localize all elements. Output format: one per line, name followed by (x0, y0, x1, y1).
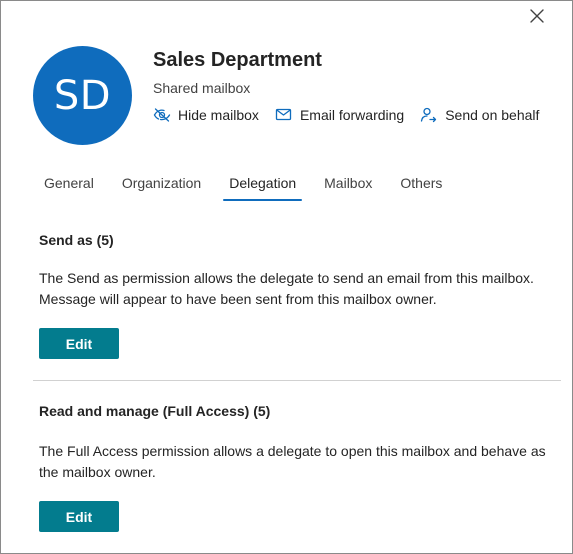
send-as-edit-button[interactable]: Edit (39, 328, 119, 359)
avatar: SD (33, 46, 132, 145)
eye-hide-icon (153, 108, 171, 122)
mailbox-details-panel: SD Sales Department Shared mailbox Hide … (0, 0, 573, 554)
full-access-title: Read and manage (Full Access) (5) (39, 403, 271, 419)
tab-mailbox[interactable]: Mailbox (314, 171, 382, 201)
mailbox-type-label: Shared mailbox (153, 80, 251, 96)
avatar-initials: SD (53, 72, 112, 119)
send-as-description: The Send as permission allows the delega… (39, 270, 534, 307)
full-access-edit-button[interactable]: Edit (39, 501, 119, 532)
tab-others[interactable]: Others (390, 171, 452, 201)
header-actions: Hide mailbox Email forwarding Send on be… (153, 107, 555, 123)
send-on-behalf-label: Send on behalf (445, 107, 540, 123)
email-forwarding-label: Email forwarding (299, 107, 405, 123)
tab-delegation[interactable]: Delegation (219, 171, 306, 201)
send-on-behalf-button[interactable]: Send on behalf (420, 107, 539, 123)
tab-bar: General Organization Delegation Mailbox … (34, 171, 460, 201)
full-access-description: The Full Access permission allows a dele… (39, 443, 546, 480)
hide-mailbox-button[interactable]: Hide mailbox (153, 107, 259, 123)
send-as-title: Send as (5) (39, 232, 114, 248)
person-send-icon (421, 107, 437, 123)
close-icon[interactable] (527, 6, 547, 26)
section-divider (33, 380, 561, 381)
email-forwarding-button[interactable]: Email forwarding (275, 107, 404, 123)
hide-mailbox-label: Hide mailbox (178, 107, 259, 123)
tab-organization[interactable]: Organization (112, 171, 211, 201)
mail-forward-icon (275, 108, 292, 121)
tab-general[interactable]: General (34, 171, 104, 201)
page-title: Sales Department (153, 49, 322, 71)
